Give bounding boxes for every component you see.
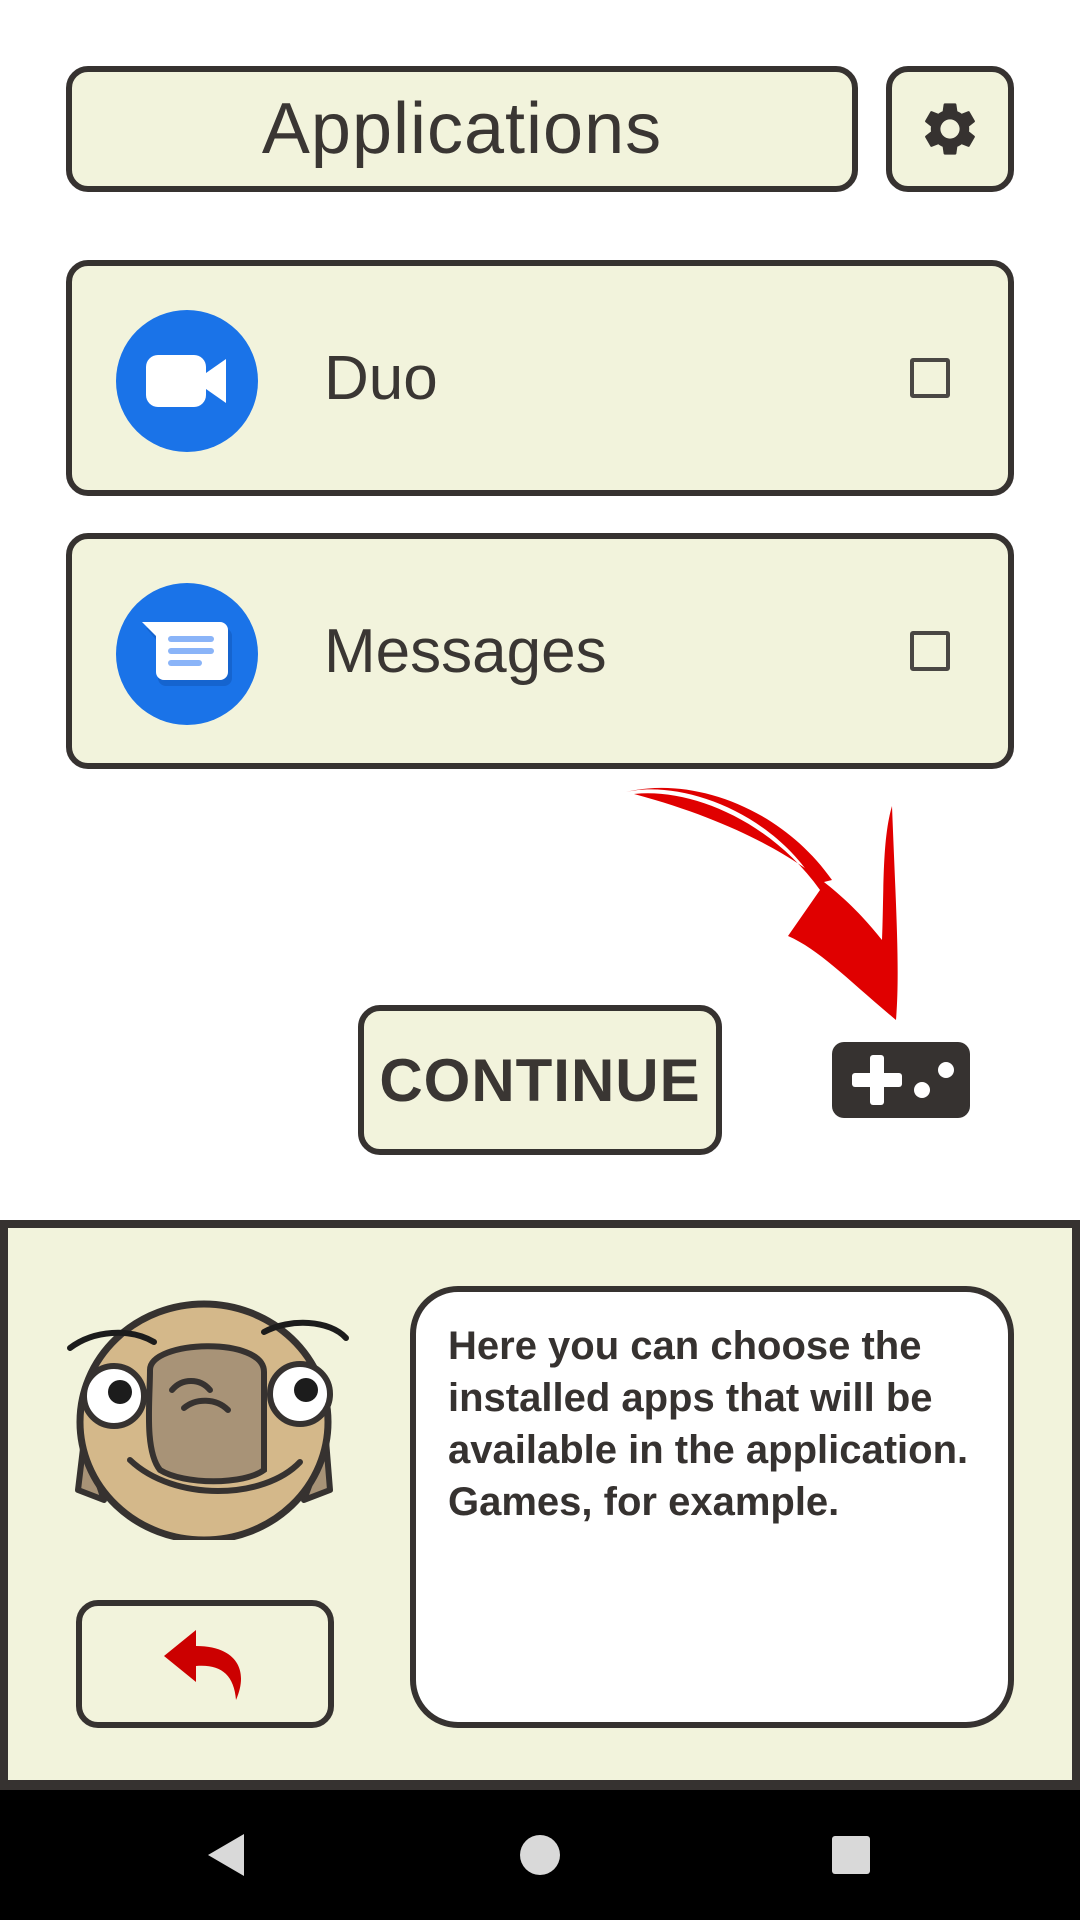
system-nav-bar bbox=[0, 1790, 1080, 1920]
gamepad-button[interactable] bbox=[832, 1042, 970, 1118]
back-button[interactable] bbox=[76, 1600, 334, 1728]
duo-video-icon bbox=[116, 310, 258, 452]
messages-chat-icon bbox=[116, 583, 258, 725]
undo-arrow-icon bbox=[164, 1630, 242, 1700]
nav-home-icon[interactable] bbox=[519, 1832, 561, 1878]
app-row-messages[interactable]: Messages bbox=[66, 533, 1014, 769]
nav-back-icon[interactable] bbox=[204, 1832, 250, 1878]
gear-icon bbox=[925, 103, 975, 155]
nav-recents-icon[interactable] bbox=[831, 1832, 871, 1878]
gamepad-icon bbox=[832, 1042, 970, 1118]
app-label-messages: Messages bbox=[324, 616, 607, 686]
page-title: Applications bbox=[261, 89, 663, 169]
messages-checkbox[interactable] bbox=[910, 631, 950, 671]
continue-label: CONTINUE bbox=[379, 1046, 701, 1114]
speech-bubble: Here you can choose the installed apps t… bbox=[410, 1286, 1014, 1728]
helper-message: Here you can choose the installed apps t… bbox=[448, 1324, 969, 1524]
settings-button[interactable] bbox=[886, 66, 1014, 192]
continue-button[interactable]: CONTINUE bbox=[358, 1005, 722, 1155]
app-row-duo[interactable]: Duo bbox=[66, 260, 1014, 496]
duo-checkbox[interactable] bbox=[910, 358, 950, 398]
sloth-mascot bbox=[67, 1300, 349, 1540]
app-label-duo: Duo bbox=[324, 343, 438, 413]
page-title-box: Applications bbox=[66, 66, 858, 192]
red-arrow-icon bbox=[626, 787, 898, 1020]
